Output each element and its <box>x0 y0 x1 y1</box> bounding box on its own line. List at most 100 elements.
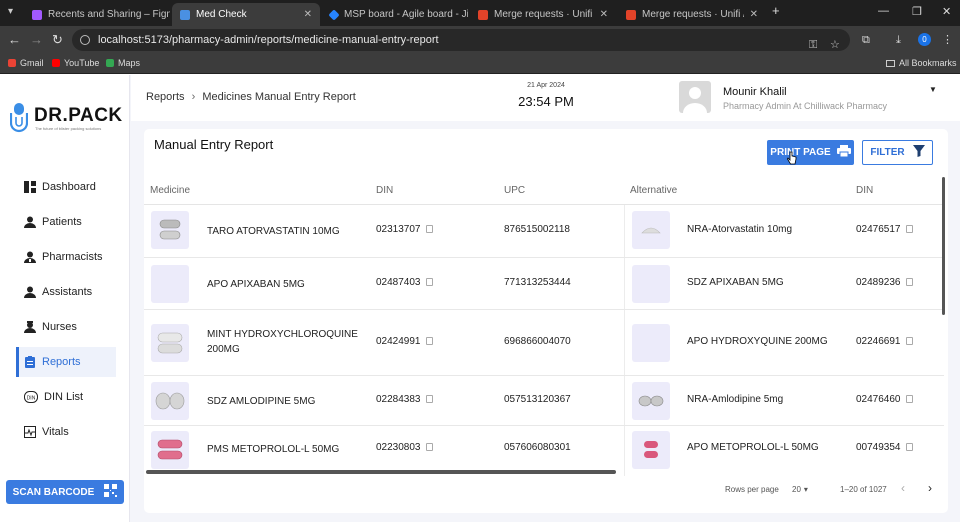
copy-icon[interactable] <box>905 225 913 233</box>
column-header-alternative[interactable]: Alternative <box>630 185 677 196</box>
next-page-icon[interactable]: › <box>928 481 932 495</box>
bookmark-maps[interactable]: Maps <box>106 58 140 68</box>
copy-icon[interactable] <box>425 395 433 403</box>
browser-tab-figma[interactable]: Recents and Sharing – Figma ✕ <box>24 3 170 26</box>
previous-page-icon[interactable]: ‹ <box>901 481 905 495</box>
close-icon[interactable]: ✕ <box>304 9 312 20</box>
gmail-icon <box>8 59 16 67</box>
din-icon: DIN <box>24 391 38 403</box>
tab-search-icon[interactable]: ▾ <box>8 6 22 20</box>
sidebar-item-din-list[interactable]: DIN DIN List <box>16 382 116 412</box>
sidebar-item-patients[interactable]: Patients <box>16 207 116 237</box>
upc-value: 771313253444 <box>504 277 571 288</box>
tab-title: Med Check <box>196 9 247 20</box>
sidebar-item-nurses[interactable]: Nurses <box>16 312 116 342</box>
din-value: 02284383 <box>376 394 433 405</box>
bookmark-label: Gmail <box>20 58 44 68</box>
person-icon <box>24 216 36 228</box>
table-row[interactable]: MINT HYDROXYCHLOROQUINE 200MG 02424991 6… <box>144 310 944 376</box>
copy-icon[interactable] <box>425 337 433 345</box>
maps-icon <box>106 59 114 67</box>
sidebar-item-reports[interactable]: Reports <box>16 347 116 377</box>
nurse-icon <box>24 321 36 333</box>
print-page-label: PRINT PAGE <box>770 147 831 158</box>
alternative-name: APO HYDROXYQUINE 200MG <box>687 336 828 347</box>
din-value: 02424991 <box>376 336 433 347</box>
address-bar[interactable]: localhost:5173/pharmacy-admin/reports/me… <box>72 29 850 51</box>
sidebar-item-label: Dashboard <box>42 181 96 193</box>
scan-barcode-button[interactable]: SCAN BARCODE <box>6 480 124 504</box>
site-info-icon[interactable] <box>80 35 90 45</box>
tab-title: Merge requests · Unifi / MedC <box>494 9 594 20</box>
close-icon[interactable]: ✕ <box>600 9 608 20</box>
assistant-icon <box>24 286 36 298</box>
horizontal-scrollbar[interactable] <box>146 470 616 474</box>
copy-icon[interactable] <box>425 278 433 286</box>
copy-icon[interactable] <box>905 278 913 286</box>
close-icon[interactable]: ✕ <box>750 9 758 20</box>
password-key-icon[interactable]: ⚿ <box>809 34 817 56</box>
back-icon[interactable]: ← <box>8 32 21 48</box>
tab-title: Recents and Sharing – Figma <box>48 9 170 20</box>
all-bookmarks[interactable]: All Bookmarks <box>886 58 957 68</box>
maximize-icon[interactable]: ❐ <box>912 5 922 18</box>
sidebar-item-label: DIN List <box>44 391 84 403</box>
user-menu-dropdown-icon[interactable]: ▼ <box>929 85 937 94</box>
sidebar-item-assistants[interactable]: Assistants <box>16 277 116 307</box>
browser-tab-medcheck[interactable]: Med Check ✕ <box>172 3 320 26</box>
report-icon <box>24 356 36 368</box>
user-name: Mounir Khalil <box>723 86 787 98</box>
column-header-alt-din[interactable]: DIN <box>856 185 873 196</box>
print-page-button[interactable]: PRINT PAGE <box>767 140 854 165</box>
vertical-scrollbar[interactable] <box>942 177 945 315</box>
menu-kebab-icon[interactable]: ⋮ <box>942 32 953 48</box>
brand-tagline: The future of blister packing solutions <box>35 126 102 131</box>
column-header-din[interactable]: DIN <box>376 185 393 196</box>
vitals-icon <box>24 426 36 438</box>
window-close-icon[interactable]: ✕ <box>942 5 951 18</box>
rows-per-page-select[interactable]: 20 ▾ <box>792 485 808 494</box>
download-icon[interactable]: ⤓ <box>896 32 901 48</box>
forward-icon[interactable]: → <box>30 32 43 48</box>
table-row[interactable]: PMS METOPROLOL-L 50MG 02230803 057606080… <box>144 426 944 474</box>
mouse-cursor-icon <box>787 151 797 165</box>
profile-avatar[interactable]: 0 <box>918 33 931 46</box>
copy-icon[interactable] <box>905 337 913 345</box>
sidebar-item-pharmacists[interactable]: Pharmacists <box>16 242 116 272</box>
new-tab-icon[interactable]: + <box>772 3 780 18</box>
bookmark-label: Maps <box>118 58 141 68</box>
breadcrumb-current: Medicines Manual Entry Report <box>202 91 356 103</box>
column-header-upc[interactable]: UPC <box>504 185 525 196</box>
reload-icon[interactable]: ↻ <box>52 32 63 48</box>
copy-icon[interactable] <box>905 443 913 451</box>
table-row[interactable]: TARO ATORVASTATIN 10MG 02313707 87651500… <box>144 205 944 258</box>
minimize-icon[interactable]: — <box>878 5 889 17</box>
pharmacist-icon <box>24 251 36 263</box>
extensions-icon[interactable]: ⧉ <box>862 32 870 48</box>
column-header-medicine[interactable]: Medicine <box>150 185 190 196</box>
copy-icon[interactable] <box>425 443 433 451</box>
breadcrumb: Reports › Medicines Manual Entry Report <box>146 91 356 103</box>
tab-title: Merge requests · Unifi / MedC <box>642 9 744 20</box>
table-row[interactable]: SDZ AMLODIPINE 5MG 02284383 057513120367… <box>144 376 944 426</box>
copy-icon[interactable] <box>425 225 433 233</box>
copy-icon[interactable] <box>905 395 913 403</box>
sidebar-item-dashboard[interactable]: Dashboard <box>16 172 116 202</box>
table-row[interactable]: APO APIXABAN 5MG 02487403 771313253444 S… <box>144 258 944 310</box>
sidebar-item-vitals[interactable]: Vitals <box>16 417 116 447</box>
din-value: 02313707 <box>376 224 433 235</box>
upc-value: 057606080301 <box>504 442 571 453</box>
user-avatar[interactable] <box>679 81 711 113</box>
browser-tab-jira[interactable]: MSP board - Agile board - Jira ✕ <box>322 3 468 26</box>
browser-tab-gitlab-1[interactable]: Merge requests · Unifi / MedC ✕ <box>470 3 616 26</box>
browser-tab-gitlab-2[interactable]: Merge requests · Unifi / MedC ✕ <box>618 3 766 26</box>
all-bookmarks-label: All Bookmarks <box>899 58 957 68</box>
app-viewport: DR.PACK The future of blister packing so… <box>0 75 960 522</box>
bookmark-gmail[interactable]: Gmail <box>8 58 44 68</box>
alternative-image <box>632 265 670 303</box>
bookmark-youtube[interactable]: YouTube <box>52 58 99 68</box>
breadcrumb-reports[interactable]: Reports <box>146 91 185 103</box>
filter-button[interactable]: FILTER <box>862 140 933 165</box>
pagination-range: 1–20 of 1027 <box>840 485 887 494</box>
bookmark-star-icon[interactable]: ☆ <box>830 34 840 56</box>
